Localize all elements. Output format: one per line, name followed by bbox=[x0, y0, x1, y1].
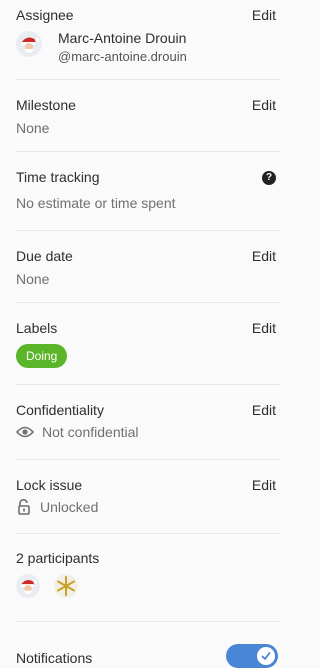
participants-title: 2 participants bbox=[16, 550, 100, 566]
lock-status: Unlocked bbox=[16, 499, 98, 515]
notifications-toggle[interactable] bbox=[226, 644, 278, 668]
lock-issue-block: Lock issue Edit Unlocked bbox=[16, 460, 280, 534]
milestone-value: None bbox=[16, 120, 50, 136]
notifications-title: Notifications bbox=[16, 650, 93, 666]
labels-edit-link[interactable]: Edit bbox=[252, 320, 276, 336]
santa-avatar-icon bbox=[16, 31, 42, 57]
participants-block: 2 participants bbox=[16, 534, 280, 622]
eye-icon bbox=[16, 426, 34, 438]
milestone-block: Milestone Edit None bbox=[16, 80, 280, 152]
assignee-avatar[interactable] bbox=[16, 31, 42, 57]
check-icon bbox=[261, 652, 271, 660]
lock-issue-edit-link[interactable]: Edit bbox=[252, 477, 276, 493]
confidentiality-value: Not confidential bbox=[42, 424, 139, 440]
labels-block: Labels Edit Doing bbox=[16, 303, 280, 385]
issue-sidebar: Assignee Edit Marc-Antoine Drouin @marc-… bbox=[0, 0, 280, 668]
lock-issue-title: Lock issue bbox=[16, 477, 83, 493]
label-badge-doing[interactable]: Doing bbox=[16, 344, 68, 368]
confidentiality-edit-link[interactable]: Edit bbox=[252, 402, 276, 418]
due-date-block: Due date Edit None bbox=[16, 231, 280, 303]
assignee-name-link[interactable]: Marc-Antoine Drouin bbox=[58, 30, 186, 46]
labels-title: Labels bbox=[16, 320, 58, 336]
due-date-title: Due date bbox=[16, 248, 73, 264]
confidentiality-block: Confidentiality Edit Not confidential bbox=[16, 385, 280, 460]
notifications-block: Notifications bbox=[16, 622, 280, 668]
assignee-block: Assignee Edit Marc-Antoine Drouin @marc-… bbox=[16, 0, 280, 80]
assignee-handle: @marc-antoine.drouin bbox=[58, 49, 187, 64]
participant-avatar[interactable] bbox=[54, 574, 78, 598]
assignee-title: Assignee bbox=[16, 7, 74, 23]
confidentiality-status: Not confidential bbox=[16, 424, 139, 440]
milestone-title: Milestone bbox=[16, 97, 76, 113]
participant-avatar[interactable] bbox=[16, 574, 40, 598]
lock-value: Unlocked bbox=[40, 499, 99, 515]
due-date-edit-link[interactable]: Edit bbox=[252, 248, 276, 264]
time-tracking-title: Time tracking bbox=[16, 169, 100, 185]
confidentiality-title: Confidentiality bbox=[16, 402, 104, 418]
snowflake-avatar-icon bbox=[54, 574, 78, 598]
toggle-knob bbox=[257, 647, 275, 665]
assignee-edit-link[interactable]: Edit bbox=[252, 7, 276, 23]
due-date-value: None bbox=[16, 271, 50, 287]
unlock-icon bbox=[18, 499, 30, 515]
milestone-edit-link[interactable]: Edit bbox=[252, 97, 276, 113]
time-tracking-block: Time tracking ? No estimate or time spen… bbox=[16, 152, 280, 231]
question-circle-icon[interactable]: ? bbox=[262, 171, 276, 185]
time-tracking-value: No estimate or time spent bbox=[16, 195, 176, 211]
santa-avatar-icon bbox=[16, 574, 40, 598]
